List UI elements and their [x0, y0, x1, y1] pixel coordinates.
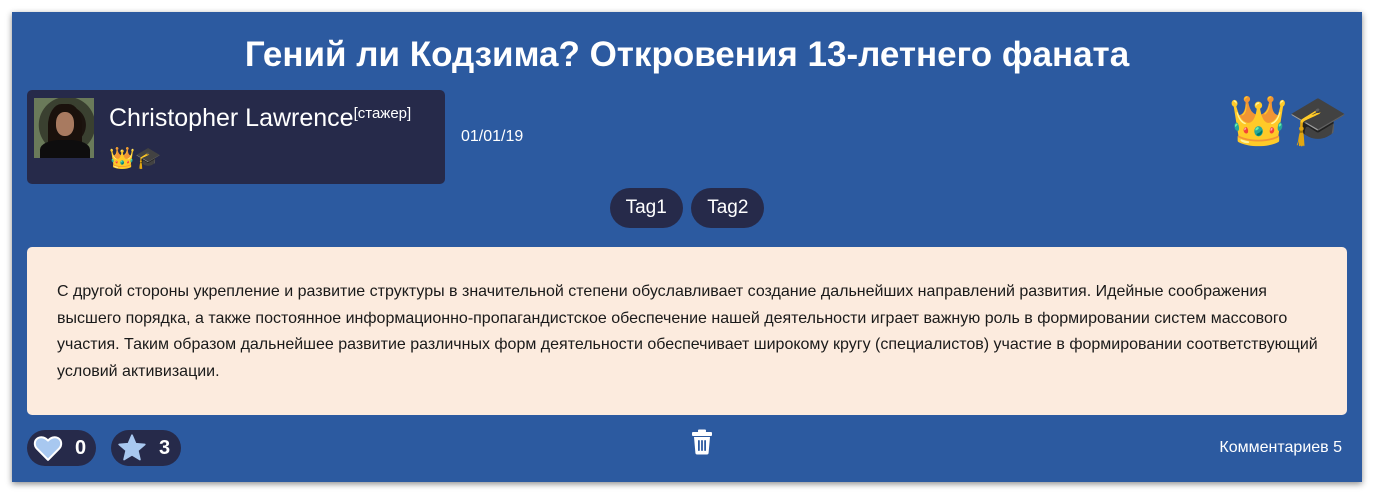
post-body: С другой стороны укрепление и развитие с… — [57, 283, 1318, 380]
like-button[interactable]: 0 — [27, 430, 96, 466]
post-card: Гений ли Кодзима? Откровения 13-летнего … — [12, 12, 1362, 482]
star-count: 3 — [159, 437, 171, 459]
trash-icon[interactable] — [691, 429, 713, 455]
author-name-text: Christopher Lawrence — [109, 104, 354, 132]
post-title: Гений ли Кодзима? Откровения 13-летнего … — [244, 35, 1130, 74]
post-content: С другой стороны укрепление и развитие с… — [27, 247, 1347, 415]
star-icon — [118, 434, 146, 461]
author-rank: [стажер] — [353, 105, 412, 122]
avatar[interactable] — [34, 98, 94, 158]
tag-chip[interactable]: Tag2 — [691, 188, 765, 228]
graduation-cap-icon: 🎓 — [135, 147, 162, 170]
author-name[interactable]: Christopher Lawrence[стажер] — [109, 104, 411, 132]
post-date: 01/01/19 — [461, 128, 524, 145]
post-badges: 👑🎓 — [1228, 94, 1348, 150]
tag-list: Tag1 Tag2 — [12, 188, 1362, 228]
crown-icon: 👑 — [1228, 95, 1289, 148]
author-panel[interactable]: Christopher Lawrence[стажер] 👑🎓 — [27, 90, 445, 184]
like-count: 0 — [75, 437, 87, 459]
comments-link[interactable]: Комментариев 5 — [1219, 438, 1342, 458]
crown-icon: 👑 — [109, 147, 136, 170]
graduation-cap-icon: 🎓 — [1288, 95, 1348, 148]
author-badges: 👑🎓 — [109, 147, 161, 171]
favorite-button[interactable]: 3 — [111, 430, 181, 466]
tag-chip[interactable]: Tag1 — [609, 188, 683, 228]
heart-icon — [33, 436, 63, 461]
